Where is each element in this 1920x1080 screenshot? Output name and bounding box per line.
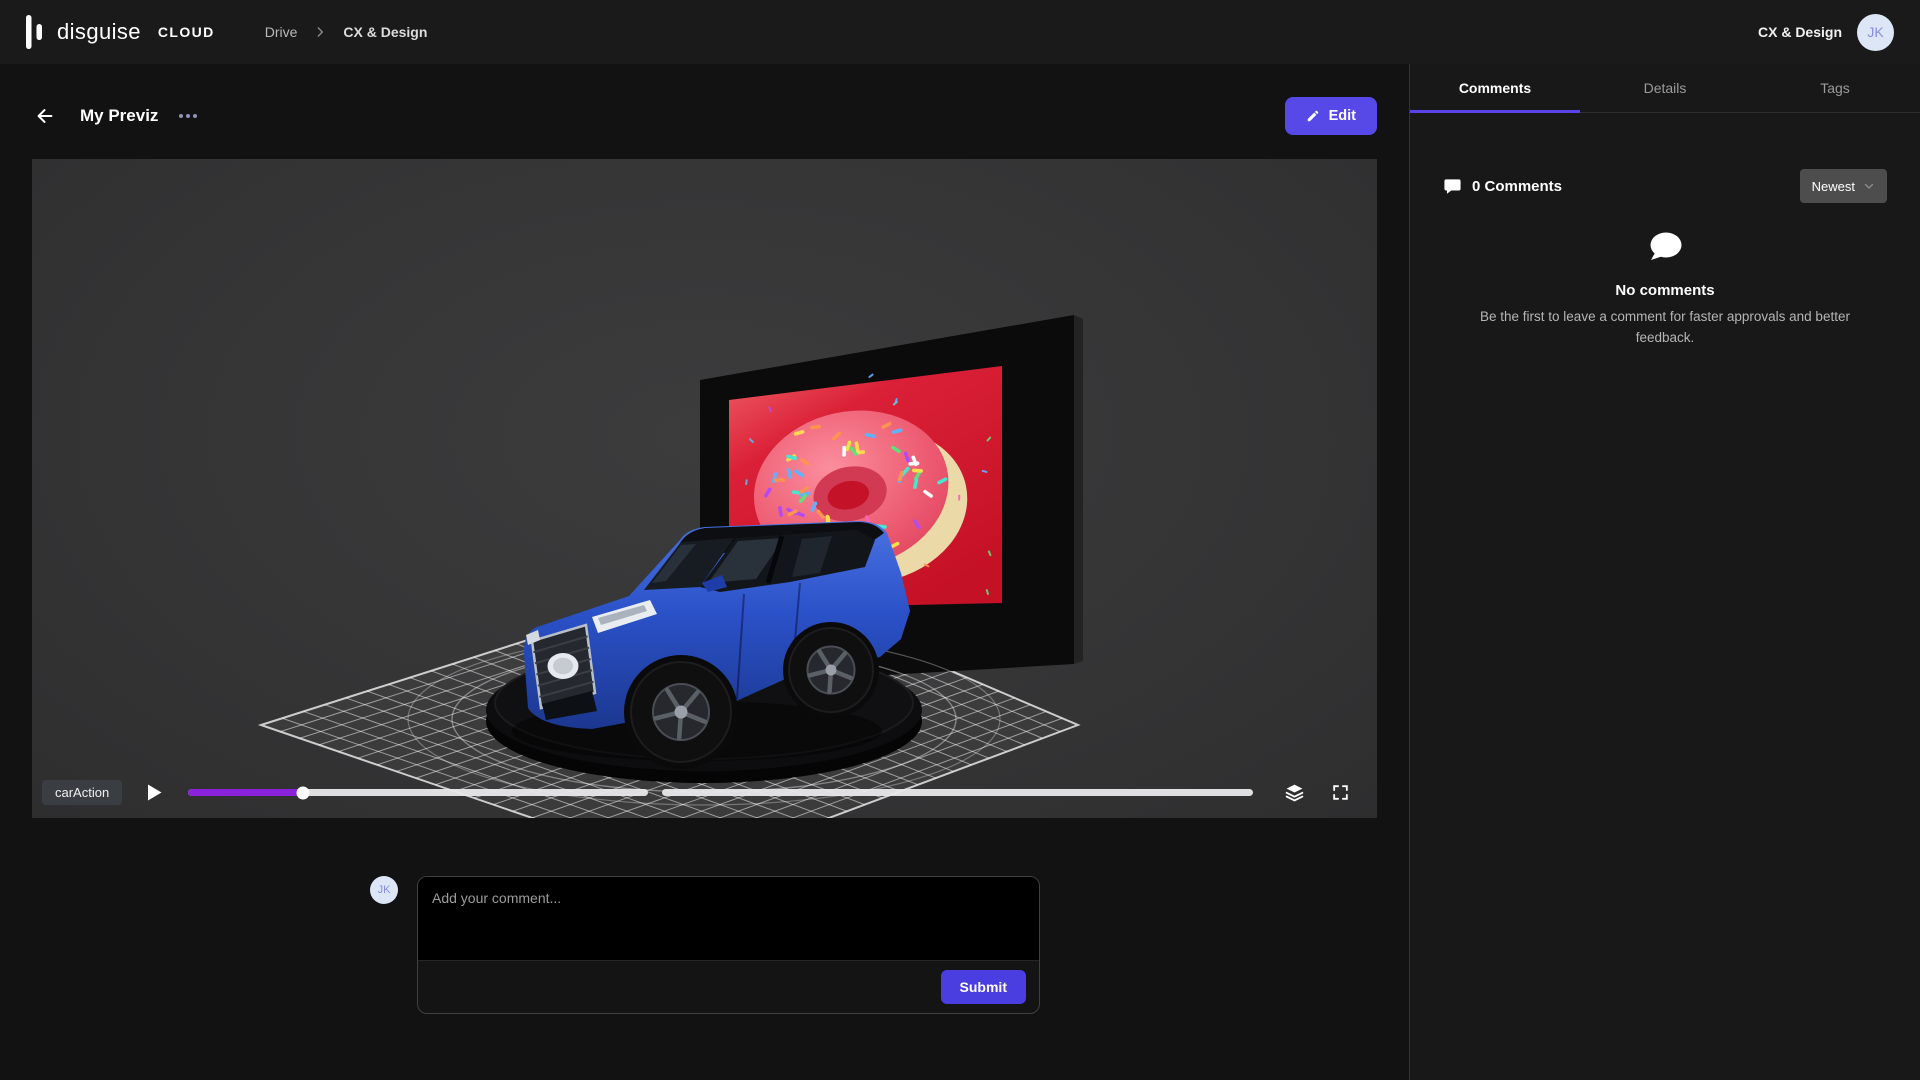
timeline-thumb[interactable] (297, 786, 310, 799)
breadcrumb: Drive CX & Design (265, 24, 428, 40)
timeline-segment-2[interactable] (662, 789, 1253, 796)
car-model (512, 521, 910, 769)
fullscreen-button[interactable] (1329, 782, 1351, 804)
tab-comments[interactable]: Comments (1410, 64, 1580, 112)
brand-name: disguise (57, 19, 141, 45)
comment-box: Submit (417, 876, 1040, 1014)
pencil-icon (1306, 109, 1320, 123)
chevron-right-icon (313, 25, 327, 39)
disguise-logo-icon (26, 14, 44, 50)
previz-viewport[interactable]: carAction (32, 159, 1377, 818)
edit-button[interactable]: Edit (1285, 97, 1377, 135)
composer-avatar: JK (370, 876, 398, 904)
asset-toolbar: My Previz Edit (32, 97, 1377, 135)
tab-details[interactable]: Details (1580, 64, 1750, 112)
clip-label-chip[interactable]: carAction (42, 780, 122, 805)
player-controls: carAction (42, 780, 1351, 805)
details-panel: Comments Details Tags 0 Comments Newest (1409, 64, 1920, 1080)
previz-3d-scene (32, 159, 1377, 818)
app-header: disguise CLOUD Drive CX & Design CX & De… (0, 0, 1920, 64)
comments-count: 0 Comments (1472, 178, 1562, 195)
timeline-segment-1[interactable] (188, 789, 648, 796)
chevron-down-icon (1863, 180, 1875, 192)
layers-icon (1284, 782, 1305, 803)
empty-state-title: No comments (1443, 282, 1887, 299)
comments-empty-state: No comments Be the first to leave a comm… (1443, 231, 1887, 349)
play-button[interactable] (144, 783, 164, 803)
main-content: My Previz Edit (0, 64, 1409, 1080)
play-icon (147, 784, 162, 801)
comment-box-footer: Submit (418, 960, 1039, 1013)
timeline-progress (188, 789, 303, 796)
layers-button[interactable] (1283, 782, 1305, 804)
empty-comments-icon (1646, 231, 1684, 265)
breadcrumb-item-drive[interactable]: Drive (265, 24, 298, 40)
breadcrumb-item-current[interactable]: CX & Design (343, 24, 427, 40)
comment-bubble-icon (1443, 177, 1462, 196)
more-options-button[interactable] (178, 113, 198, 119)
back-button[interactable] (32, 103, 58, 129)
timeline-track[interactable] (188, 789, 1253, 796)
brand-logo[interactable]: disguise CLOUD (26, 14, 215, 50)
comments-header: 0 Comments Newest (1443, 169, 1887, 203)
sort-dropdown[interactable]: Newest (1800, 169, 1887, 203)
workspace-label: CX & Design (1758, 24, 1842, 40)
user-avatar[interactable]: JK (1857, 14, 1894, 51)
tab-tags[interactable]: Tags (1750, 64, 1920, 112)
ellipsis-icon (178, 113, 198, 119)
sort-dropdown-value: Newest (1812, 179, 1855, 194)
back-arrow-icon (34, 105, 56, 127)
comment-input[interactable] (418, 877, 1039, 960)
panel-tabs: Comments Details Tags (1410, 64, 1920, 113)
comment-composer: JK Submit (370, 876, 1409, 1014)
brand-suffix: CLOUD (158, 24, 215, 40)
page-title: My Previz (80, 106, 158, 126)
submit-comment-button[interactable]: Submit (941, 970, 1026, 1004)
empty-state-message: Be the first to leave a comment for fast… (1462, 307, 1868, 349)
edit-button-label: Edit (1329, 108, 1356, 124)
fullscreen-icon (1331, 783, 1350, 802)
